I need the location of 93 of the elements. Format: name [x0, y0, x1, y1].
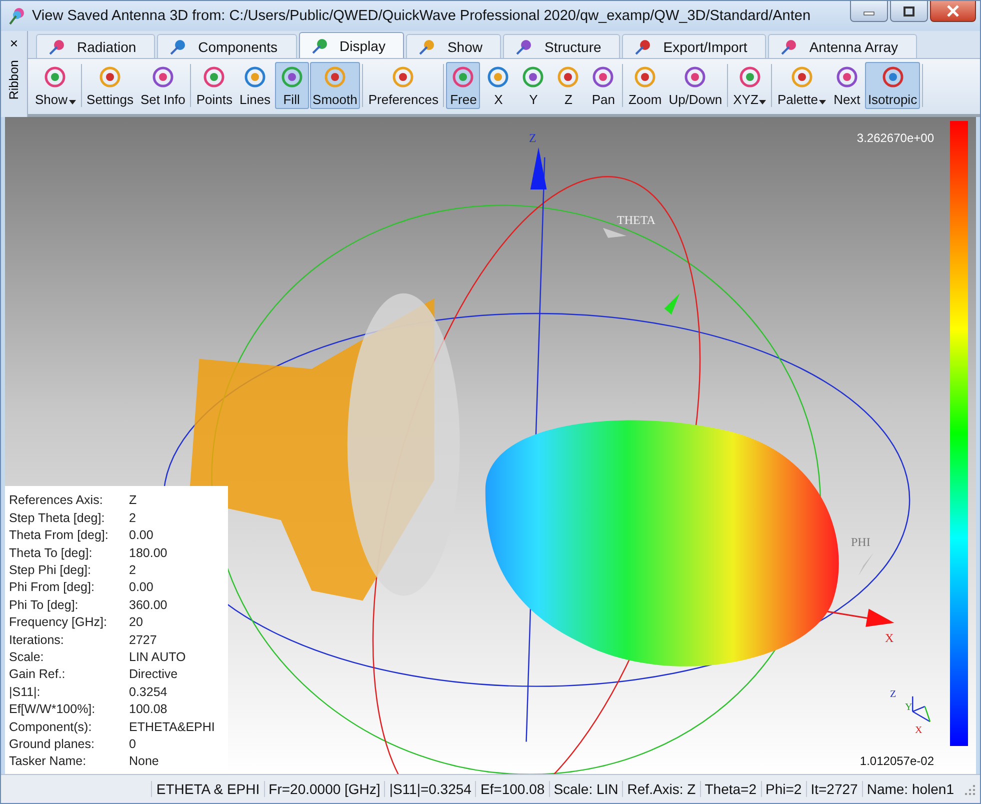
status-field: Ref.Axis: Z: [622, 781, 700, 797]
phi-arrow-icon: [858, 552, 874, 576]
info-value: ETHETA&EPHI: [129, 720, 215, 734]
info-label: Phi From [deg]:: [9, 580, 96, 594]
collapse-ribbon-button[interactable]: ×: [10, 34, 18, 52]
toolbar-button[interactable]: Points: [193, 62, 236, 109]
toolbar-button[interactable]: Palette: [774, 62, 829, 109]
status-field: Fr=20.0000 [GHz]: [264, 781, 384, 797]
tab-icon: [310, 36, 330, 54]
ribbon-tab[interactable]: Show: [406, 34, 502, 58]
resize-grip-icon: [964, 783, 976, 795]
info-label: Step Theta [deg]:: [9, 510, 106, 525]
info-value: 2: [129, 563, 136, 577]
toolbar-button[interactable]: Up/Down: [666, 62, 726, 109]
close-icon: [946, 5, 960, 17]
axis-label: PHI: [851, 535, 870, 550]
axis-label: X: [885, 631, 894, 646]
info-value: 2727: [129, 632, 157, 647]
info-label: Step Phi [deg]:: [9, 563, 92, 577]
status-field: ETHETA & EPHI: [151, 781, 264, 797]
ribbon-label: Ribbon: [7, 60, 21, 100]
toolbar-button[interactable]: Set Info: [138, 62, 188, 109]
toolbar-button[interactable]: Show: [32, 62, 79, 109]
status-field: Ef=100.08: [475, 781, 549, 797]
info-label: Ef[W/W*100%]:: [9, 702, 96, 716]
status-field: Phi=2: [760, 781, 806, 797]
scale-min-value: 1.012057e-02: [860, 754, 934, 768]
tab-icon: [47, 38, 67, 56]
ribbon-tab[interactable]: Components: [157, 34, 297, 58]
info-label: Gain Ref.:: [9, 667, 66, 682]
ribbon-tab[interactable]: Display: [298, 32, 404, 58]
status-field: Name: holen1: [862, 781, 958, 797]
info-label: References Axis:: [9, 493, 104, 508]
status-field: |S11|=0.3254: [384, 781, 476, 797]
info-label: Iterations:: [9, 632, 65, 647]
axis-triad-icon: [912, 696, 931, 722]
toolbar-button[interactable]: Zoom: [625, 62, 665, 109]
axis-label: THETA: [617, 213, 656, 228]
info-label: Theta From [deg]:: [9, 528, 110, 542]
info-value: 360.00: [129, 598, 168, 612]
info-label: Theta To [deg]:: [9, 546, 94, 560]
maximize-button[interactable]: [890, 1, 928, 22]
toolbar-button[interactable]: XYZ: [730, 62, 770, 109]
info-value: Directive: [129, 667, 178, 682]
toolbar-button[interactable]: Free: [446, 62, 480, 109]
info-value: Z: [129, 493, 137, 508]
info-value: 0: [129, 736, 136, 751]
ribbon-tab[interactable]: Antenna Array: [768, 34, 918, 58]
triad-label: Z: [890, 689, 896, 700]
info-value: 2: [129, 510, 136, 525]
app-icon: [7, 6, 27, 26]
info-value: 0.00: [129, 528, 154, 542]
toolbar-button[interactable]: Fill: [274, 62, 309, 109]
ribbon-tab[interactable]: Radiation: [36, 34, 156, 58]
maximize-icon: [903, 6, 915, 16]
toolbar-button[interactable]: Y: [516, 62, 550, 109]
toolbar-button[interactable]: Isotropic: [864, 62, 920, 109]
toolbar-button[interactable]: Next: [830, 62, 864, 109]
info-value: 20: [129, 615, 143, 630]
info-value: 0.3254: [129, 684, 168, 699]
info-label: |S11|:: [9, 684, 42, 699]
triad-label: X: [915, 725, 922, 736]
info-label: Scale:: [9, 650, 45, 664]
info-label: Ground planes:: [9, 736, 96, 751]
toolbar-button[interactable]: Z: [551, 62, 586, 109]
toolbar-button[interactable]: Preferences: [365, 62, 442, 109]
window-title: View Saved Antenna 3D from: C:/Users/Public/QWED/QuickWave Professional 2020/qw_examp/QW_3D/Standard/Anten: [32, 8, 812, 24]
minimize-button[interactable]: [850, 1, 888, 22]
info-value: 180.00: [129, 546, 168, 560]
status-field: Theta=2: [700, 781, 761, 797]
toolbar-button[interactable]: X: [481, 62, 516, 109]
status-field: It=2727: [806, 781, 862, 797]
toolbar-button[interactable]: Lines: [236, 62, 274, 109]
toolbar-button[interactable]: Settings: [84, 62, 137, 109]
scale-max-value: 3.262670e+00: [856, 131, 934, 145]
info-label: Frequency [GHz]:: [9, 615, 108, 630]
triad-label: Y: [905, 702, 912, 713]
status-field: Scale: LIN: [548, 781, 622, 797]
info-label: Tasker Name:: [9, 754, 88, 768]
y-arrow-icon: [664, 293, 680, 314]
theta-arrow-icon: [602, 228, 626, 238]
toolbar-button[interactable]: Pan: [586, 62, 620, 109]
close-button[interactable]: [930, 1, 976, 22]
info-value: 100.08: [129, 702, 168, 716]
info-value: 0.00: [129, 580, 154, 594]
info-value: None: [129, 754, 159, 768]
ribbon-tab[interactable]: Export/Import: [622, 34, 766, 58]
axis-label: Z: [529, 131, 536, 146]
info-label: Component(s):: [9, 720, 93, 734]
toolbar-button[interactable]: Smooth: [310, 62, 360, 109]
ribbon-tab[interactable]: Structure: [503, 34, 620, 58]
info-label: Phi To [deg]:: [9, 598, 80, 612]
info-value: LIN AUTO: [129, 650, 186, 664]
